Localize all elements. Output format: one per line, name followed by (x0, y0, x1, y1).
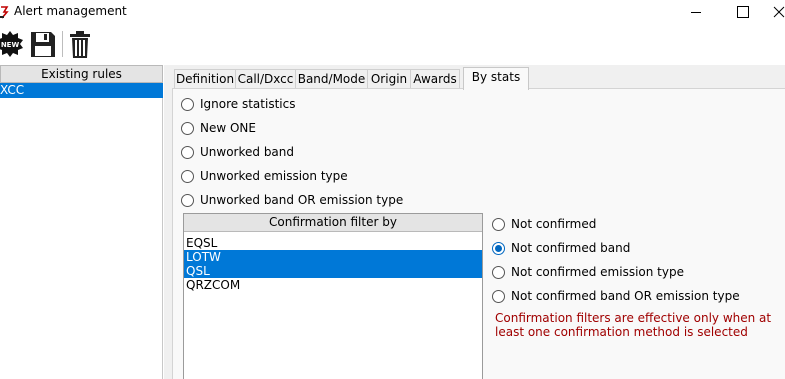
minimize-button[interactable] (672, 0, 718, 25)
new-icon-text: NEW (1, 41, 20, 49)
new-rule-button[interactable]: NEW (0, 28, 24, 60)
radio-circle (181, 121, 194, 135)
trash-icon (70, 31, 90, 58)
radio-not-confirmed-band[interactable]: Not confirmed band (492, 240, 630, 256)
radio-label: Unworked emission type (200, 169, 348, 183)
tab-definition[interactable]: Definition (174, 69, 236, 89)
save-icon (31, 32, 55, 57)
toolbar-separator (62, 31, 63, 57)
radio-label: Not confirmed band OR emission type (511, 289, 740, 303)
radio-label: Unworked band (200, 145, 295, 159)
list-item-qsl[interactable]: QSL (184, 264, 482, 278)
radio-circle (492, 289, 505, 303)
radio-circle (181, 169, 194, 183)
close-icon (773, 6, 785, 18)
tab-awards[interactable]: Awards (410, 69, 460, 89)
tab-call-dxcc[interactable]: Call/Dxcc (235, 69, 296, 89)
tab-origin[interactable]: Origin (367, 69, 411, 89)
radio-circle (181, 193, 194, 207)
radio-unworked-emission-type[interactable]: Unworked emission type (181, 168, 348, 184)
tab-by-stats[interactable]: By stats (463, 67, 529, 90)
title-bar: Alert management (0, 0, 785, 25)
radio-not-confirmed-emission-type[interactable]: Not confirmed emission type (492, 264, 684, 280)
radio-new-one[interactable]: New ONE (181, 120, 256, 136)
rule-list-item[interactable]: XCC (0, 83, 163, 98)
radio-label: Not confirmed band (511, 241, 631, 255)
radio-label: Unworked band OR emission type (200, 193, 404, 207)
window-title: Alert management (14, 4, 127, 18)
radio-not-confirmed[interactable]: Not confirmed (492, 216, 596, 232)
radio-label: Ignore statistics (200, 97, 296, 111)
radio-unworked-band-or-emission[interactable]: Unworked band OR emission type (181, 192, 403, 208)
radio-circle (181, 145, 194, 159)
app-icon (0, 6, 9, 19)
maximize-button[interactable] (718, 0, 764, 25)
list-item-qrzcom[interactable]: QRZCOM (184, 278, 482, 292)
confirmation-warning-text: Confirmation filters are effective only … (495, 311, 772, 339)
radio-circle (492, 217, 505, 231)
delete-rule-button[interactable] (66, 28, 94, 60)
by-stats-page: Ignore statistics New ONE Unworked band … (172, 88, 785, 379)
save-button[interactable] (28, 28, 58, 60)
radio-circle (492, 265, 505, 279)
confirmation-filter-header: Confirmation filter by (184, 214, 482, 232)
toolbar: NEW (0, 25, 785, 63)
new-icon: NEW (0, 31, 23, 57)
radio-label: Not confirmed emission type (511, 265, 684, 279)
rule-editor: Definition Call/Dxcc Band/Mode Origin Aw… (164, 65, 785, 379)
list-item-eqsl[interactable]: EQSL (184, 236, 482, 250)
list-item-lotw[interactable]: LOTW (184, 250, 482, 264)
radio-circle-checked (492, 241, 505, 255)
tab-band-mode[interactable]: Band/Mode (295, 69, 368, 89)
existing-rules-panel: Existing rules XCC (0, 65, 163, 379)
close-button[interactable] (763, 0, 785, 25)
radio-circle (181, 97, 194, 111)
radio-not-confirmed-band-or-emission[interactable]: Not confirmed band OR emission type (492, 288, 740, 304)
confirmation-filter-list[interactable]: Confirmation filter by EQSL LOTW QSL QRZ… (183, 213, 483, 379)
radio-ignore-statistics[interactable]: Ignore statistics (181, 96, 295, 112)
radio-label: Not confirmed (511, 217, 597, 231)
radio-label: New ONE (200, 121, 256, 135)
radio-unworked-band[interactable]: Unworked band (181, 144, 294, 160)
existing-rules-header: Existing rules (0, 65, 163, 83)
